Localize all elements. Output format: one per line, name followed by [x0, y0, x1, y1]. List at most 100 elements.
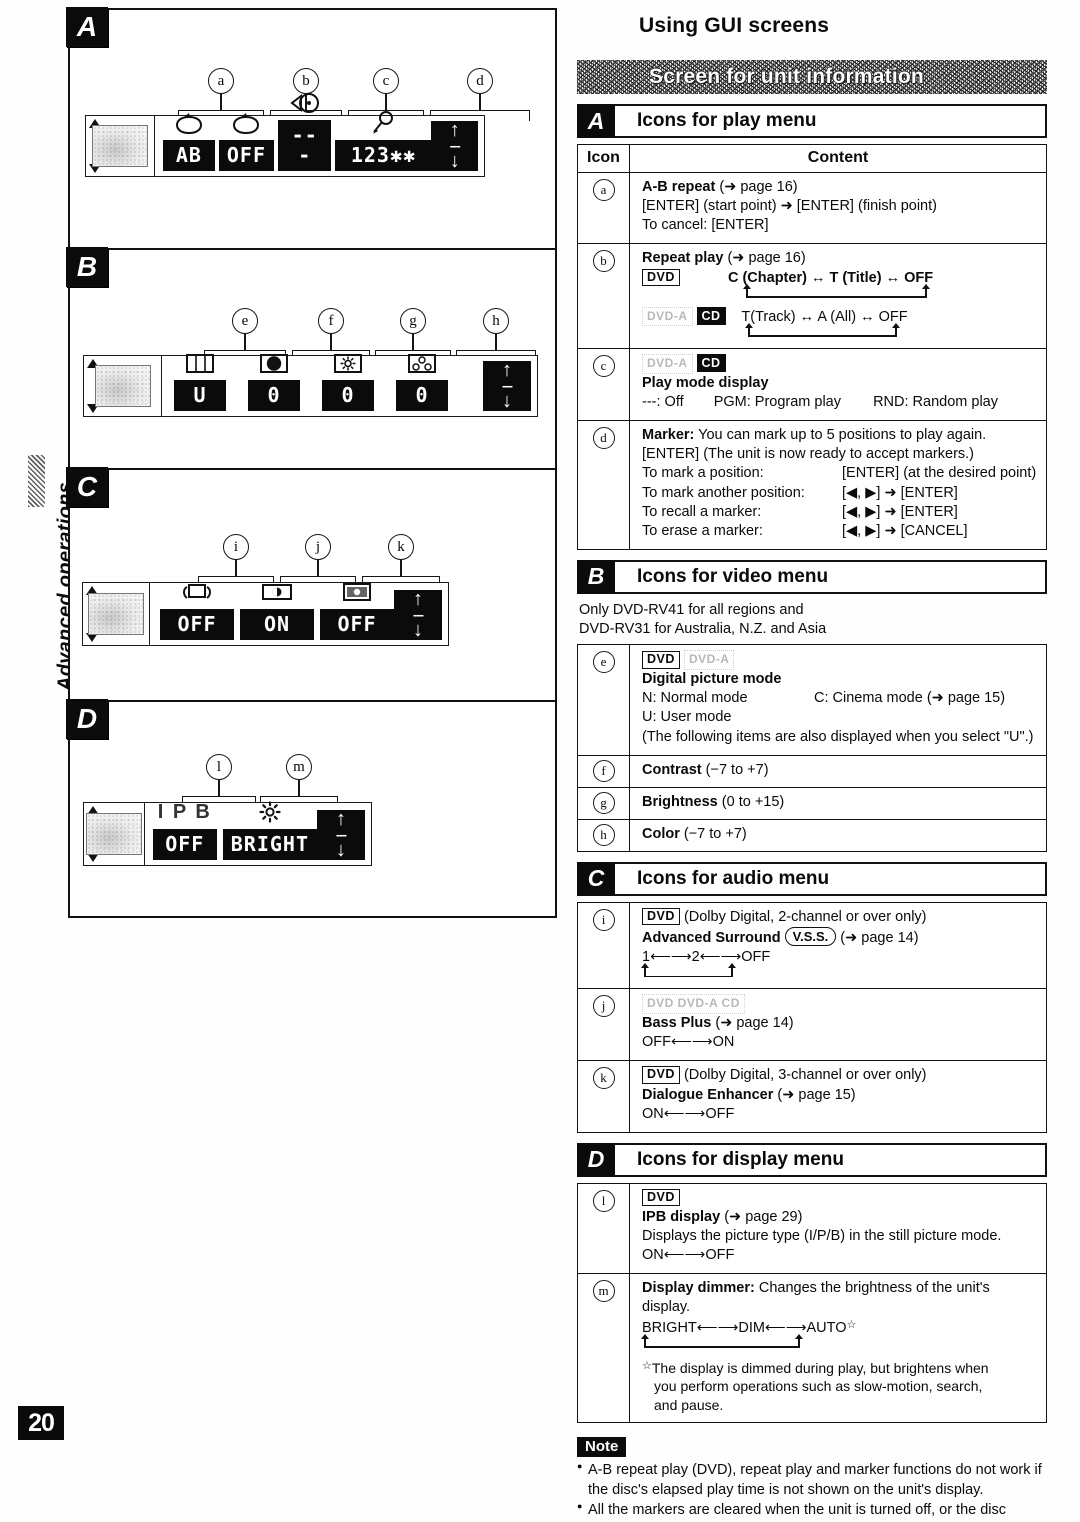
- row-h-range: (−7 to +7): [683, 825, 747, 842]
- nav-updown-control[interactable]: ↑ --- ↓: [394, 589, 442, 640]
- item-ipb-display[interactable]: I P B OFF: [152, 795, 217, 860]
- icon-key-m: m: [592, 1280, 615, 1303]
- table-row: i DVD (Dolby Digital, 2-channel or over …: [577, 901, 1047, 990]
- row-d-title: Marker:: [642, 427, 695, 444]
- ipb-icon: I P B: [157, 800, 212, 823]
- thumbnail-cell: [84, 803, 145, 865]
- table-row: f Contrast (−7 to +7): [577, 754, 1047, 788]
- nav-up-arrow-icon[interactable]: ↑: [502, 360, 512, 380]
- nav-down-arrow-icon[interactable]: ↓: [413, 620, 423, 640]
- footnote-line3: and pause.: [654, 1396, 724, 1413]
- advanced-surround-icon: [178, 575, 216, 609]
- callout-e: e: [204, 308, 286, 361]
- row-d-title-rest: You can mark up to 5 positions to play a…: [694, 427, 987, 444]
- dvd-badge: DVD: [642, 651, 680, 669]
- diagram-panel-b: B e f g h U 0 0 0 ↑ --- ↓: [66, 247, 555, 470]
- dvd-badge: DVD: [642, 907, 680, 926]
- nav-up-arrow-icon[interactable]: ↑: [413, 589, 423, 609]
- item-dialogue-enhancer[interactable]: OFF: [320, 575, 394, 640]
- marker-action: [◀, ▶] ➜ [CANCEL]: [842, 522, 968, 539]
- row-k-title: Dialogue Enhancer: [642, 1086, 774, 1103]
- video-thumbnail: [94, 365, 151, 407]
- value-ab: AB: [162, 140, 215, 171]
- nav-down-arrow-icon[interactable]: ↓: [336, 840, 346, 860]
- nav-updown-control[interactable]: ↑ --- ↓: [483, 360, 531, 411]
- video-thumbnail: [91, 125, 148, 167]
- chapter-texture-mark: [28, 455, 45, 507]
- icon-key-a: a: [592, 179, 615, 201]
- value-contrast: 0: [248, 380, 300, 411]
- row-m-line2: display.: [642, 1299, 691, 1316]
- marker-action: [◀, ▶] ➜ [ENTER]: [842, 484, 958, 501]
- icon-key-l: l: [592, 1189, 615, 1212]
- repeat-ab-icon: [172, 106, 206, 140]
- row-g-title: Brightness: [642, 793, 718, 810]
- marker-pin-icon: [369, 106, 397, 140]
- table-row: b Repeat play (➜ page 16) DVD C (Chapter…: [577, 243, 1047, 349]
- value-bass: ON: [240, 609, 314, 640]
- gui-bar-audio-menu[interactable]: OFF ON OFF ↑ --- ↓: [82, 582, 449, 646]
- icon-key-k: k: [592, 1067, 615, 1090]
- row-f-title: Contrast: [642, 761, 702, 778]
- item-repeat-play[interactable]: OFF: [218, 106, 274, 171]
- gui-bar-video-menu[interactable]: U 0 0 0 ↑ --- ↓: [83, 354, 538, 417]
- row-k-chain: ON⟵⟶OFF: [642, 1105, 735, 1122]
- row-l-desc: Displays the picture type (I/P/B) in the…: [642, 1228, 1002, 1244]
- section-head-d: D Icons for display menu: [577, 1142, 1047, 1177]
- item-display-dimmer[interactable]: BRIGHT: [222, 795, 317, 860]
- region-note-line2: DVD-RV31 for Australia, N.Z. and Asia: [579, 621, 827, 638]
- row-e-title: Digital picture mode: [642, 671, 782, 688]
- contrast-icon: [258, 346, 290, 380]
- icon-key-b: b: [592, 250, 615, 273]
- section-banner: Screen for unit information: [577, 60, 1047, 94]
- color-icon: [406, 346, 438, 380]
- gui-bar-play-menu[interactable]: AB OFF --- 123✱✱ ↑ --- ↓: [85, 93, 485, 177]
- nav-up-arrow-icon[interactable]: ↑: [336, 809, 346, 829]
- table-row: a A-B repeat (➜ page 16) [ENTER] (start …: [577, 171, 1047, 245]
- row-i-title: Advanced Surround: [642, 929, 781, 946]
- page-title: Using GUI screens: [639, 14, 830, 37]
- marker-label: To mark another position:: [642, 484, 805, 501]
- section-title-a: Icons for play menu: [615, 104, 1047, 138]
- nav-down-arrow-icon[interactable]: ↓: [450, 151, 460, 171]
- nav-updown-control[interactable]: ↑ --- ↓: [317, 809, 365, 860]
- item-picture-mode[interactable]: U: [174, 346, 226, 411]
- note-block: Note A-B repeat play (DVD), repeat play …: [577, 1437, 1047, 1520]
- value-brightness: 0: [322, 380, 374, 411]
- row-c-title: Play mode display: [642, 374, 769, 391]
- item-color[interactable]: 0: [396, 346, 448, 411]
- item-advanced-surround[interactable]: OFF: [160, 575, 234, 640]
- row-l-ref: (➜ page 29): [724, 1208, 803, 1225]
- brightness-icon: [332, 346, 364, 380]
- item-bass-plus[interactable]: ON: [240, 575, 314, 640]
- item-ab-repeat[interactable]: AB: [162, 106, 215, 171]
- footnote-line1: ☆The display is dimmed during play, but …: [642, 1359, 1038, 1378]
- nav-updown-control[interactable]: ↑ --- ↓: [431, 120, 478, 171]
- callout-j: j: [280, 534, 356, 587]
- nav-down-arrow-icon[interactable]: ↓: [502, 391, 512, 411]
- section-badge-b: B: [577, 559, 615, 594]
- item-contrast[interactable]: 0: [248, 346, 300, 411]
- table-row: d Marker: You can mark up to 5 positions…: [577, 420, 1047, 550]
- cd-badge: CD: [696, 306, 726, 326]
- value-color: 0: [396, 380, 448, 411]
- dvd-badge: DVD: [642, 268, 680, 287]
- nav-up-arrow-icon[interactable]: ↑: [450, 120, 460, 140]
- picture-mode-icon: [184, 346, 216, 380]
- icon-key-g: g: [592, 791, 615, 814]
- section-title-b: Icons for video menu: [615, 559, 1047, 594]
- item-play-mode[interactable]: ---: [278, 86, 332, 171]
- row-i-chain: 1⟵⟶2⟵⟶OFF: [642, 948, 771, 965]
- marker-label: To mark a position:: [642, 465, 764, 482]
- table-row: g Brightness (0 to +15): [577, 786, 1047, 820]
- marker-step: To erase a marker: [◀, ▶] ➜ [CANCEL]: [642, 522, 1038, 541]
- table-play-menu: Icon Content a A-B repeat (➜ page 16) [E…: [577, 144, 1047, 550]
- callout-f: f: [292, 308, 370, 361]
- row-b-dvd-chain: C (Chapter) ↔ T (Title) ↔ OFF: [727, 269, 934, 286]
- gui-bar-display-menu[interactable]: I P B OFF BRIGHT ↑ --- ↓: [83, 801, 372, 866]
- play-mode-disc-icon: [288, 86, 322, 120]
- item-brightness[interactable]: 0: [322, 346, 374, 411]
- ghost-badge-all-media: DVD DVD-A CD: [642, 994, 745, 1014]
- marker-action: [ENTER] (at the desired point): [842, 465, 1037, 482]
- item-marker[interactable]: 123✱✱: [335, 106, 432, 171]
